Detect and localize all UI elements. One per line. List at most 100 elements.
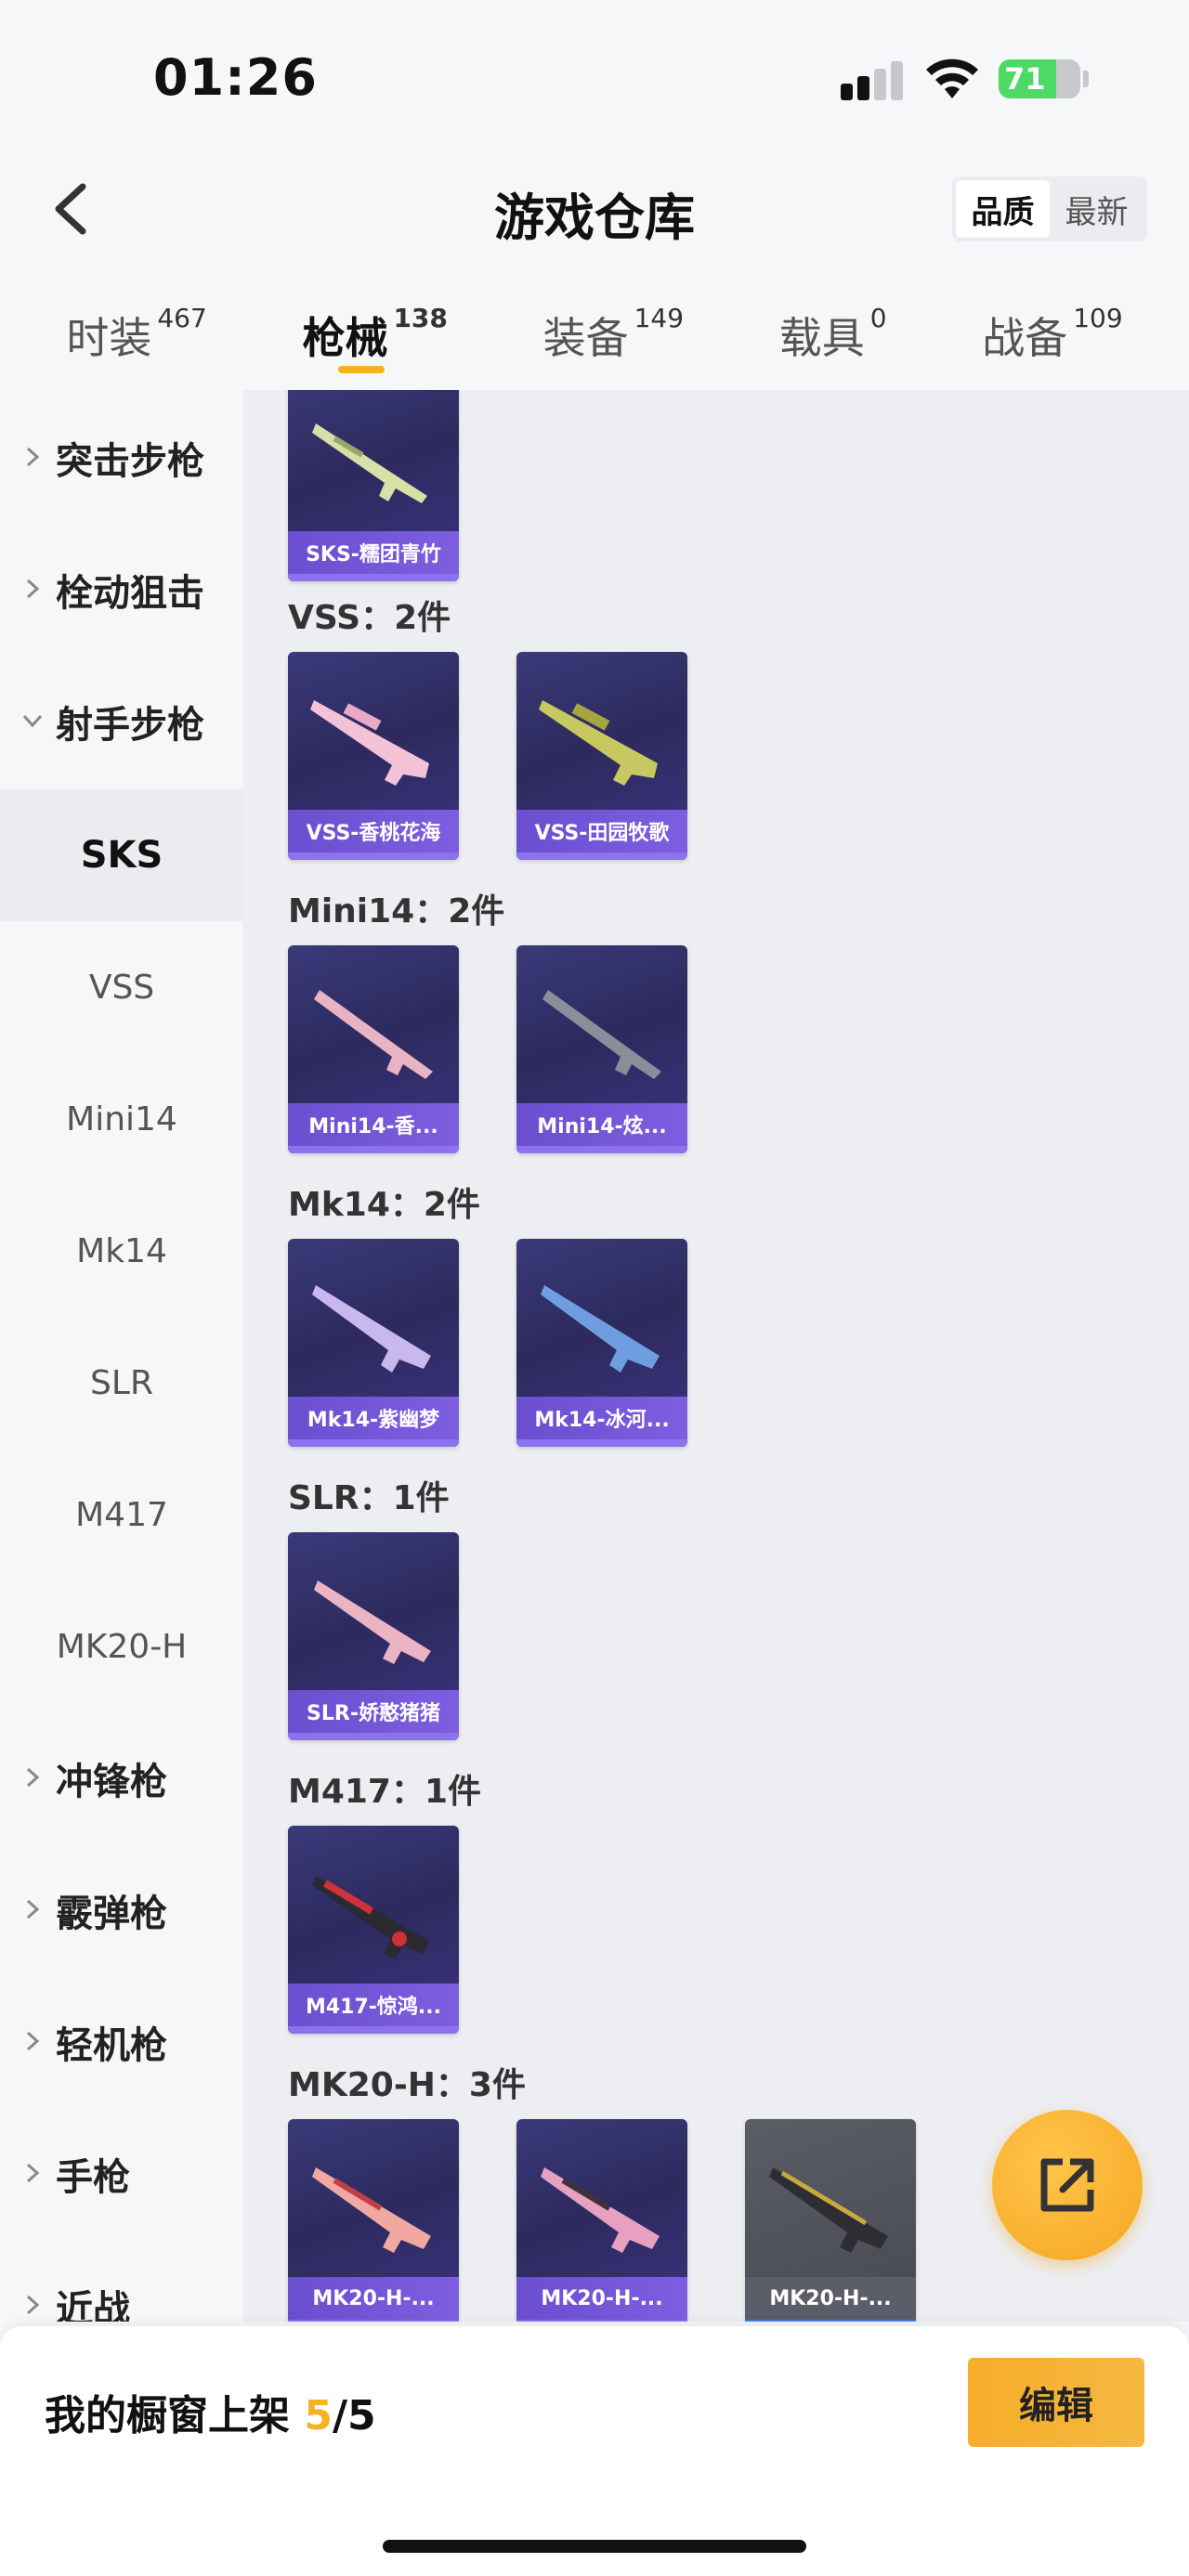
sidebar-item-lmg[interactable]: 轻机枪 <box>0 1976 243 2108</box>
shelf-count: 5 <box>304 2392 333 2439</box>
section-title: Mini14：2件 <box>288 892 505 930</box>
wifi-icon <box>926 59 978 98</box>
weapon-card[interactable]: VSS-香桃花海 <box>288 652 459 860</box>
weapon-card[interactable]: Mk14-紫幽梦 <box>288 1239 459 1447</box>
category-tabs: 时装 467 枪械 138 装备 149 载具 0 战备 109 <box>0 288 1189 390</box>
rifle-icon <box>542 990 661 1079</box>
sidebar-item-vss[interactable]: VSS <box>0 921 243 1053</box>
tab-label: 装备 <box>542 313 629 363</box>
section-title: Mk14：2件 <box>288 1186 480 1224</box>
header: 游戏仓库 品质 最新 <box>0 149 1189 269</box>
rifle-icon <box>314 1581 431 1664</box>
chevron-right-icon <box>26 2163 40 2183</box>
sidebar-item-smg[interactable]: 冲锋枪 <box>0 1712 243 1844</box>
sidebar-item-marksman-rifle[interactable]: 射手步枪 <box>0 656 243 787</box>
tab-count: 138 <box>393 303 448 333</box>
share-button[interactable] <box>992 2110 1143 2260</box>
battery-icon: 71 <box>999 59 1080 98</box>
weapon-card[interactable]: SKS-糯团青竹 <box>288 390 459 581</box>
chevron-right-icon <box>26 1899 40 1919</box>
sidebar-item-assault-rifle[interactable]: 突击步枪 <box>0 392 243 524</box>
shelf-label: 我的橱窗上架 <box>45 2392 290 2439</box>
rarity-bar <box>516 1439 687 1447</box>
weapon-card[interactable]: Mini14-炫... <box>516 945 687 1153</box>
weapon-card[interactable]: Mk14-冰河... <box>516 1239 687 1447</box>
rifle-icon <box>541 2167 660 2253</box>
rifle-icon <box>312 1285 431 1373</box>
weapon-card[interactable]: M417-惊鸿... <box>288 1826 459 2034</box>
battery-cap <box>1083 71 1089 87</box>
tab-equipment[interactable]: 装备 149 <box>543 288 684 390</box>
sidebar-item-shotgun[interactable]: 霰弹枪 <box>0 1844 243 1976</box>
sidebar-item-melee[interactable]: 近战 <box>0 2240 243 2322</box>
section-title: VSS：2件 <box>288 599 451 637</box>
edit-button[interactable]: 编辑 <box>968 2358 1144 2447</box>
shelf-status: 我的橱窗上架 5/5 <box>45 2382 376 2441</box>
sidebar-item-pistol[interactable]: 手枪 <box>0 2108 243 2240</box>
weapon-card[interactable]: VSS-田园牧歌 <box>516 652 687 860</box>
battery-level: 71 <box>1004 61 1046 97</box>
tab-count: 0 <box>869 303 887 333</box>
rarity-bar <box>516 2320 687 2322</box>
weapon-card[interactable]: MK20-H-... <box>288 2119 459 2322</box>
rifle-icon <box>539 700 658 786</box>
section-title: SLR：1件 <box>288 1479 450 1517</box>
weapon-card[interactable]: MK20-H-... <box>745 2119 916 2322</box>
tab-fashion[interactable]: 时装 467 <box>66 288 206 390</box>
shelf-total: /5 <box>332 2392 376 2439</box>
sidebar-item-label: 冲锋枪 <box>56 1761 167 1803</box>
weapon-card[interactable]: Mini14-香... <box>288 945 459 1153</box>
status-time: 01:26 <box>153 48 318 107</box>
tab-label: 载具 <box>778 313 865 363</box>
sidebar-item-label: 栓动狙击 <box>56 572 204 615</box>
sidebar-item-mk14[interactable]: Mk14 <box>0 1185 243 1317</box>
weapon-name: VSS-香桃花海 <box>288 810 459 852</box>
chevron-down-icon <box>22 714 43 728</box>
weapon-name: MK20-H-... <box>288 2277 459 2320</box>
sidebar-item-sks[interactable]: SKS <box>0 789 243 921</box>
rifle-icon <box>314 990 433 1079</box>
sort-newest-button[interactable]: 最新 <box>1050 180 1143 238</box>
tab-vehicles[interactable]: 载具 0 <box>779 288 887 390</box>
share-icon <box>1040 2158 1094 2212</box>
rifle-icon <box>310 700 429 786</box>
rarity-bar <box>288 2026 459 2034</box>
weapon-name: SLR-娇憨猪猪 <box>288 1690 459 1733</box>
chevron-right-icon <box>26 447 40 467</box>
rifle-icon <box>541 1285 660 1373</box>
sort-toggle: 品质 最新 <box>952 176 1147 241</box>
chevron-right-icon <box>26 579 40 599</box>
weapon-name: Mk14-冰河... <box>516 1397 687 1439</box>
sidebar-item-m417[interactable]: M417 <box>0 1449 243 1581</box>
rarity-bar <box>516 1146 687 1153</box>
weapon-grid: SKS-糯团青竹 VSS：2件 VSS-香桃花海 VSS-田园牧歌 Mini14… <box>243 390 1189 2322</box>
tab-guns[interactable]: 枪械 138 <box>302 288 448 390</box>
rarity-bar <box>516 852 687 860</box>
tab-supplies[interactable]: 战备 109 <box>982 288 1122 390</box>
sidebar-item-slr[interactable]: SLR <box>0 1317 243 1449</box>
tab-label: 时装 <box>66 313 152 363</box>
chevron-right-icon <box>26 1767 40 1788</box>
sidebar-item-mk20h[interactable]: MK20-H <box>0 1581 243 1712</box>
rarity-bar <box>745 2320 916 2322</box>
weapon-card[interactable]: MK20-H-... <box>516 2119 687 2322</box>
sidebar-item-label: 霰弹枪 <box>56 1893 167 1935</box>
weapon-name: MK20-H-... <box>516 2277 687 2320</box>
weapon-name: MK20-H-... <box>745 2277 916 2320</box>
sidebar-item-label: 射手步枪 <box>56 704 204 747</box>
weapon-name: Mini14-炫... <box>516 1103 687 1146</box>
chevron-right-icon <box>26 2295 40 2315</box>
sidebar-item-label: 手枪 <box>56 2156 130 2199</box>
rarity-bar <box>288 1146 459 1153</box>
status-bar: 01:26 71 <box>0 0 1189 149</box>
bottom-bar: 我的橱窗上架 5/5 编辑 <box>0 2326 1189 2576</box>
sort-quality-button[interactable]: 品质 <box>956 180 1050 238</box>
sidebar-item-label: 突击步枪 <box>56 440 204 483</box>
weapon-name: Mini14-香... <box>288 1103 459 1146</box>
sidebar-item-bolt-sniper[interactable]: 栓动狙击 <box>0 524 243 656</box>
weapon-card[interactable]: SLR-娇憨猪猪 <box>288 1532 459 1740</box>
rifle-icon <box>312 2167 431 2253</box>
weapon-name: M417-惊鸿... <box>288 1984 459 2026</box>
rarity-bar <box>288 574 459 581</box>
sidebar-item-mini14[interactable]: Mini14 <box>0 1053 243 1185</box>
